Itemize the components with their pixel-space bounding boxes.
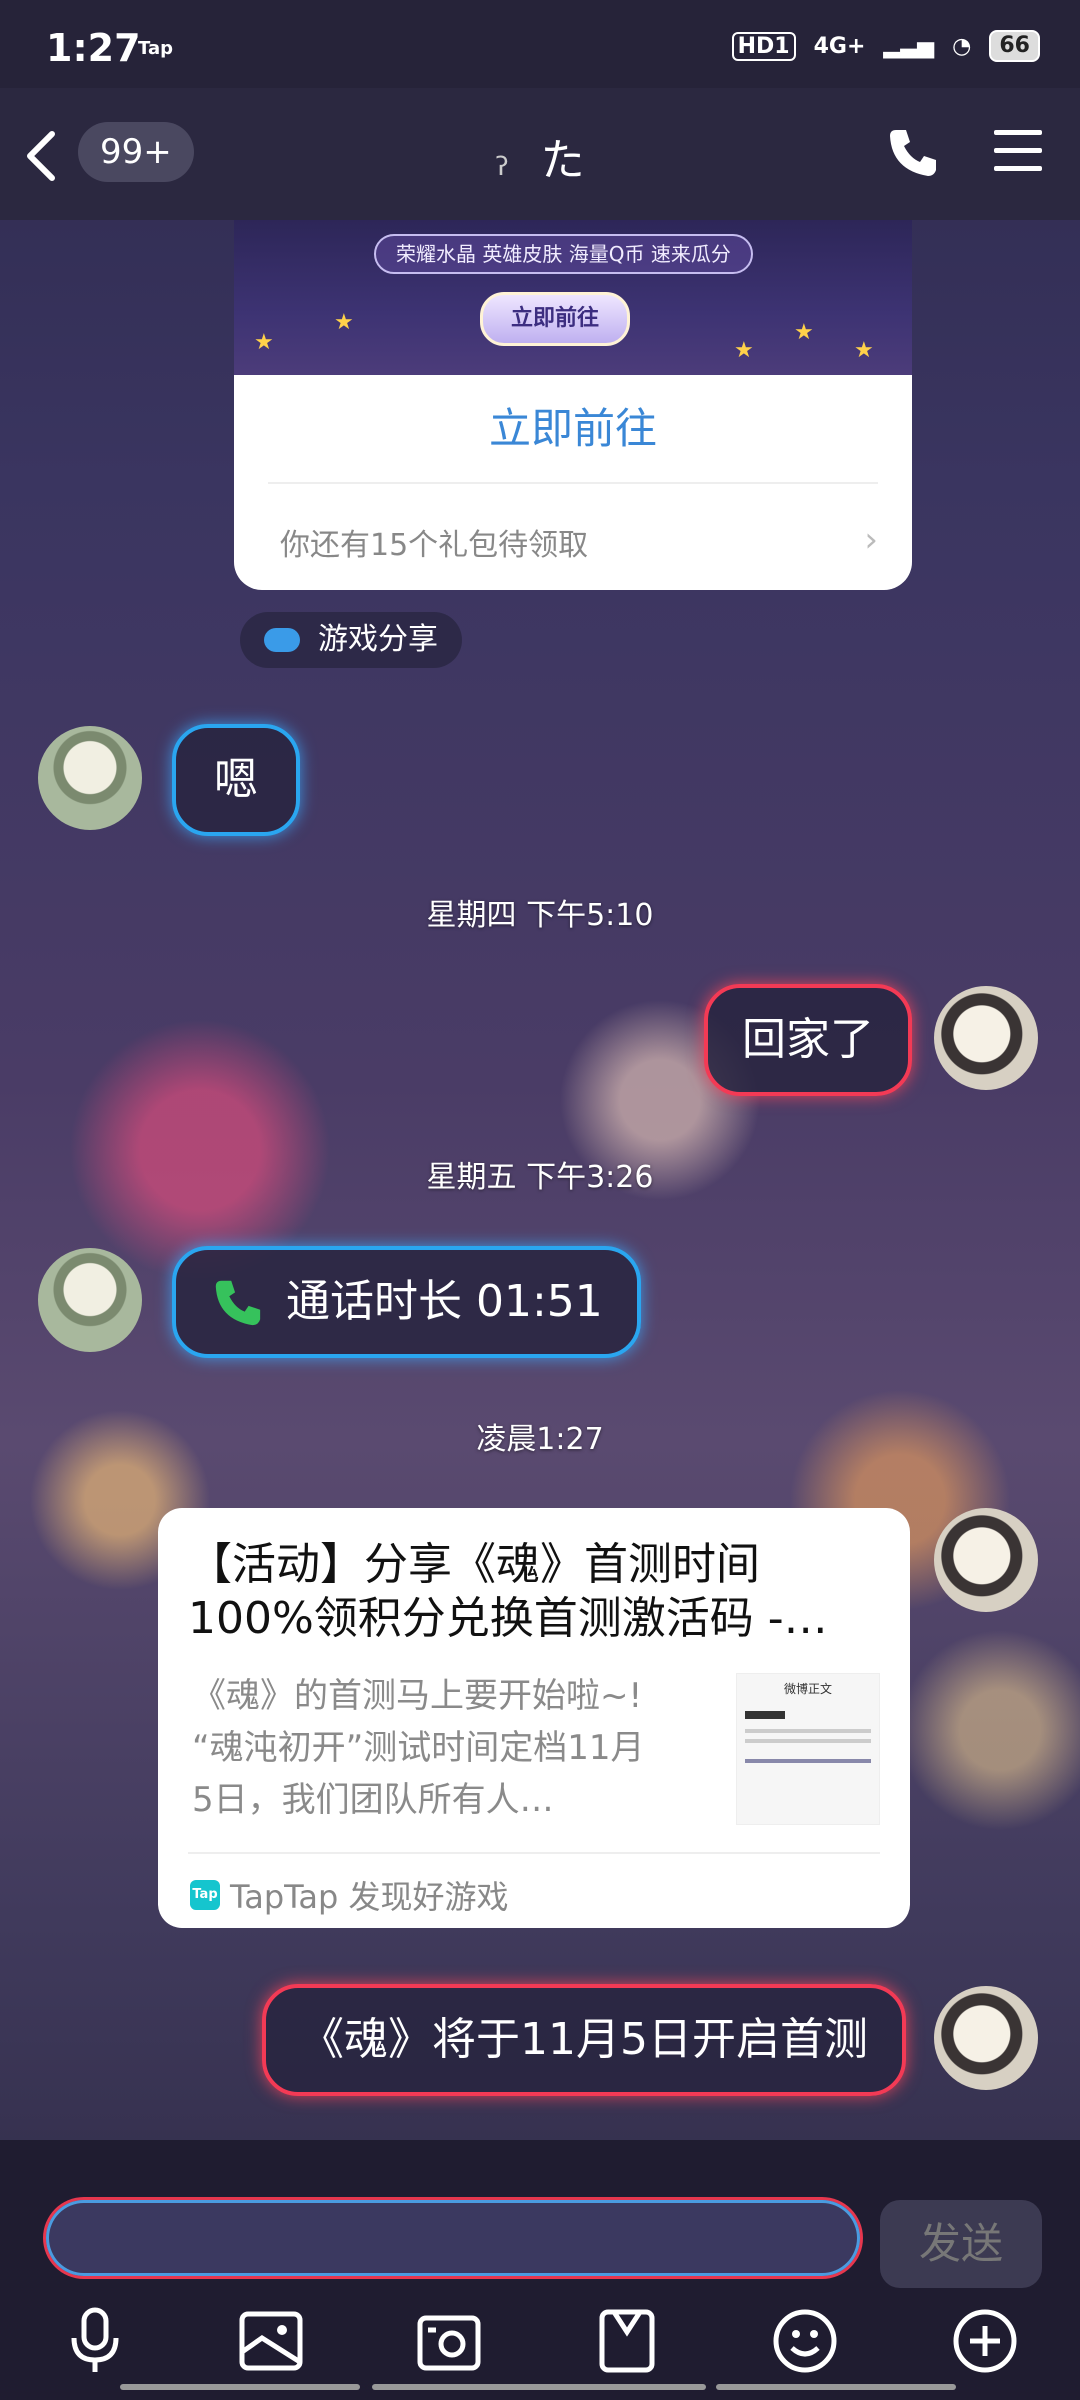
menu-icon[interactable] [992, 126, 1044, 176]
game-share-card[interactable]: 荣耀水晶 英雄皮肤 海量Q币 速来瓜分 立即前往 ★ ★ ★ ★ ★ 立即前往 … [234, 220, 912, 590]
game-banner: 荣耀水晶 英雄皮肤 海量Q币 速来瓜分 立即前往 ★ ★ ★ ★ ★ [234, 220, 912, 375]
message-text: 通话时长 01:51 [286, 1276, 603, 1327]
game-share-tag[interactable]: 游戏分享 [240, 612, 462, 668]
star-icon: ★ [734, 338, 754, 363]
status-app-tag: Tap [138, 38, 173, 59]
avatar[interactable] [934, 1986, 1038, 2090]
message-text: 《魂》将于11月5日开启首测 [300, 2014, 868, 2065]
banner-button[interactable]: 立即前往 [480, 292, 631, 346]
card-action-link[interactable]: 立即前往 [234, 395, 912, 456]
avatar[interactable] [38, 1248, 142, 1352]
ear-icon: ʔ [495, 152, 509, 182]
gamepad-icon [264, 628, 300, 652]
star-icon: ★ [794, 320, 814, 345]
plus-icon[interactable] [950, 2306, 1020, 2376]
banner-tags: 荣耀水晶 英雄皮肤 海量Q币 速来瓜分 [374, 234, 753, 274]
mic-icon[interactable] [60, 2306, 130, 2376]
battery-icon: 66 [989, 30, 1040, 62]
chat-header: 99+ ʔ た [0, 88, 1080, 220]
timestamp: 星期五 下午3:26 [426, 1160, 654, 1195]
avatar[interactable] [934, 986, 1038, 1090]
star-icon: ★ [854, 338, 874, 363]
timestamp: 凌晨1:27 [476, 1422, 604, 1457]
network-icon: 4G+ [813, 33, 866, 59]
phone-call-icon[interactable] [884, 124, 940, 180]
card-divider [268, 482, 878, 484]
shared-link-card[interactable]: 【活动】分享《魂》首测时间 100%领积分兑换首测激活码 -… 《魂》的首测马上… [158, 1508, 910, 1928]
status-bar: 1:27 Tap HD1 4G+ ▂▃▅ ◔ 66 [0, 0, 1080, 88]
link-source: Tap TapTap 发现好游戏 [190, 1872, 509, 1918]
send-button[interactable]: 发送 [880, 2200, 1042, 2288]
message-text: 回家了 [742, 1014, 874, 1065]
wifi-icon: ◔ [952, 33, 972, 59]
signal-icon: ▂▃▅ [883, 33, 935, 59]
nav-bar [372, 2384, 706, 2390]
call-message-bubble[interactable]: 通话时长 01:51 [172, 1246, 641, 1358]
link-thumbnail: 微博正文 [736, 1673, 880, 1825]
gift-footer[interactable]: 你还有15个礼包待领取 [280, 520, 588, 564]
message-bubble[interactable]: 嗯 [172, 724, 300, 836]
timestamp: 星期四 下午5:10 [426, 898, 654, 933]
image-icon[interactable] [236, 2306, 306, 2376]
contact-name: た [540, 135, 585, 186]
message-bubble[interactable]: 回家了 [704, 984, 912, 1096]
message-bubble[interactable]: 《魂》将于11月5日开启首测 [262, 1984, 906, 2096]
avatar[interactable] [38, 726, 142, 830]
avatar[interactable] [934, 1508, 1038, 1612]
link-title: 【活动】分享《魂》首测时间 100%领积分兑换首测激活码 -… [188, 1539, 828, 1644]
star-icon: ★ [254, 330, 274, 355]
phone-icon [215, 1280, 261, 1326]
hd-icon: HD1 [731, 31, 796, 61]
emoji-icon[interactable] [770, 2306, 840, 2376]
message-text: 嗯 [214, 754, 258, 805]
status-time: 1:27 [46, 26, 141, 70]
nav-bar [716, 2384, 956, 2390]
link-description: 《魂》的首测马上要开始啦~! “魂沌初开”测试时间定档11月 5日，我们团队所有… [192, 1676, 645, 1820]
star-icon: ★ [334, 310, 354, 335]
link-divider [188, 1852, 880, 1854]
input-area: 发送 [0, 2140, 1080, 2400]
share-tag-label: 游戏分享 [318, 622, 438, 657]
nav-bar [120, 2384, 360, 2390]
file-icon[interactable] [592, 2306, 662, 2376]
message-input[interactable] [46, 2200, 860, 2276]
taptap-logo-icon: Tap [190, 1880, 220, 1910]
chevron-right-icon: › [864, 520, 878, 560]
camera-icon[interactable] [414, 2306, 484, 2376]
